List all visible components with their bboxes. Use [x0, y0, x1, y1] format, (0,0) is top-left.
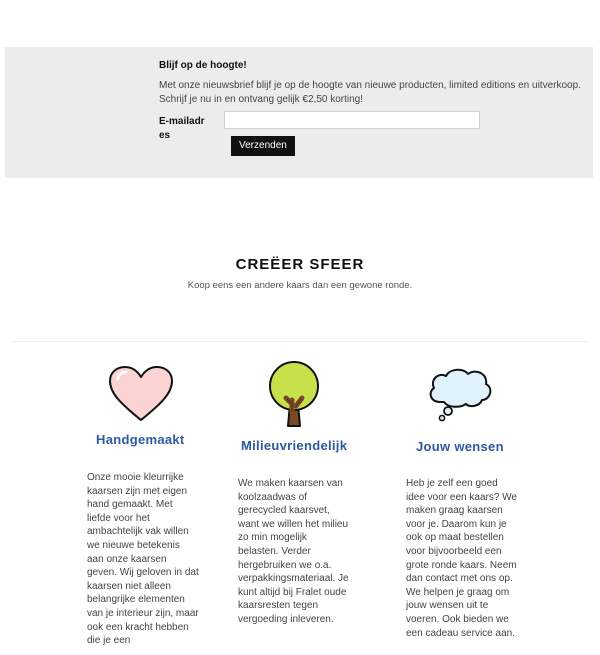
divider — [12, 341, 588, 342]
feature-title-handgemaakt: Handgemaakt — [96, 432, 185, 447]
section-subtitle: Koop eens een andere kaars dan een gewon… — [187, 280, 413, 291]
submit-button[interactable]: Verzenden — [231, 136, 295, 156]
feature-title-jouw-wensen: Jouw wensen — [416, 439, 504, 454]
feature-text-handgemaakt: Onze mooie kleurrijke kaarsen zijn met e… — [87, 472, 199, 647]
feature-text-milieuvriendelijk: We maken kaarsen van koolzaadwas of gere… — [238, 478, 349, 625]
email-label: E-mailadres — [159, 116, 205, 141]
thought-cloud-icon — [426, 366, 494, 429]
feature-title-milieuvriendelijk: Milieuvriendelijk — [241, 438, 348, 453]
newsletter-title: Blijf op de hoogte! — [159, 60, 247, 71]
tree-icon — [266, 360, 322, 435]
heart-icon — [108, 365, 174, 428]
email-field[interactable] — [224, 111, 480, 129]
newsletter-text: Met onze nieuwsbrief blijf je op de hoog… — [159, 80, 581, 105]
section-title: CREËER SFEER — [235, 256, 365, 273]
newsletter-section: Blijf op de hoogte! Met onze nieuwsbrief… — [5, 47, 593, 178]
feature-text-jouw-wensen: Heb je zelf een goed idee voor een kaars… — [406, 478, 517, 639]
